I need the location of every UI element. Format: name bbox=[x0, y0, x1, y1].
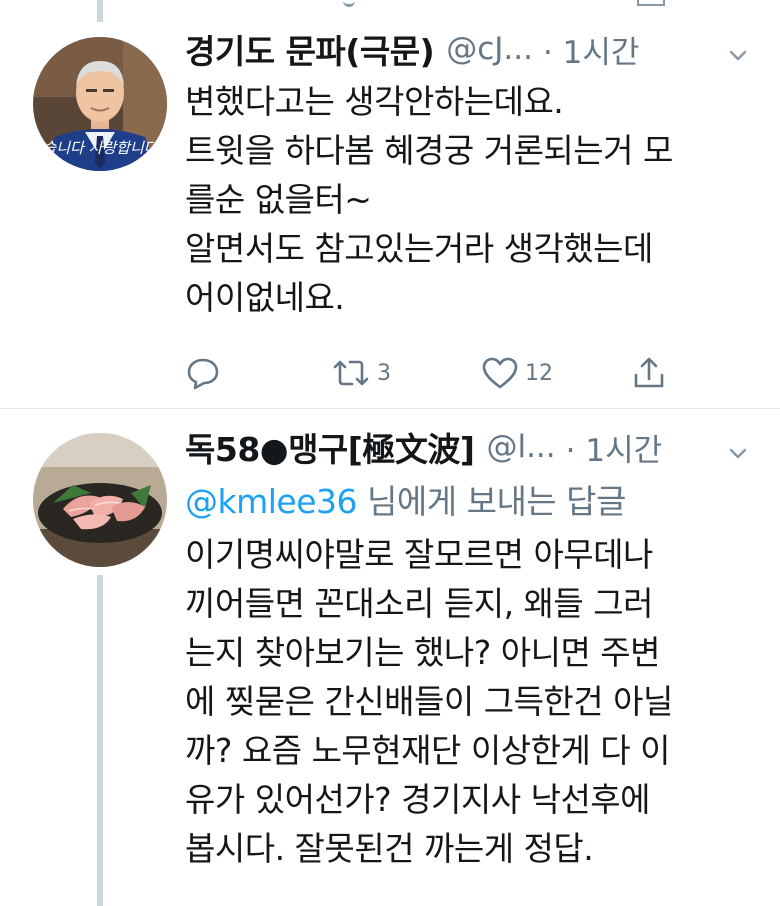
share-button[interactable] bbox=[631, 355, 667, 391]
avatar[interactable] bbox=[33, 433, 167, 567]
share-icon bbox=[634, 357, 664, 388]
reply-to-label: 님에게 보내는 답글 bbox=[357, 482, 626, 521]
avatar[interactable]: 습니다 사랑합니다 bbox=[33, 37, 167, 171]
chevron-down-icon[interactable] bbox=[726, 43, 750, 67]
display-name[interactable]: 독58●맹구[極文波] bbox=[185, 423, 475, 471]
replying-to: @kmlee36 님에게 보내는 답글 bbox=[185, 477, 626, 526]
tweet-header: 독58●맹구[極文波] @l... · 1시간 bbox=[185, 425, 662, 469]
retweet-count: 3 bbox=[377, 360, 391, 386]
tweet-actions: 3 12 bbox=[185, 355, 685, 395]
reply-mention-link[interactable]: @kmlee36 bbox=[185, 482, 358, 521]
display-name[interactable]: 경기도 문파(극문) bbox=[185, 25, 435, 73]
timestamp[interactable]: · 1시간 bbox=[566, 425, 662, 470]
heart-icon bbox=[482, 357, 518, 389]
tweet-1[interactable]: 습니다 사랑합니다 경기도 문파(극문) @cJ... · 1시간 변했다고는 … bbox=[0, 0, 780, 408]
avatar-sashimi-photo bbox=[33, 433, 167, 567]
tweet-text: 이기명씨야말로 잘모르면 아무데나 끼어들면 꼰대소리 듣지, 왜들 그러 는지… bbox=[185, 535, 673, 868]
avatar-caption: 습니다 사랑합니다 bbox=[42, 139, 158, 157]
tweet-text: 변했다고는 생각안하는데요. 트윗을 하다봄 혜경궁 거론되는거 모 를순 없을… bbox=[185, 82, 673, 317]
reply-button[interactable] bbox=[185, 355, 227, 391]
thread-line bbox=[97, 575, 103, 906]
tweet-2[interactable]: 독58●맹구[極文波] @l... · 1시간 @kmlee36 님에게 보내는… bbox=[0, 409, 780, 906]
user-handle[interactable]: @cJ... bbox=[446, 31, 533, 67]
like-count: 12 bbox=[525, 360, 553, 386]
like-button[interactable]: 12 bbox=[481, 355, 553, 391]
chevron-down-icon[interactable] bbox=[726, 441, 750, 465]
retweet-button[interactable]: 3 bbox=[331, 355, 391, 391]
tweet-header: 경기도 문파(극문) @cJ... · 1시간 bbox=[185, 27, 639, 71]
retweet-icon bbox=[333, 360, 369, 386]
user-handle[interactable]: @l... bbox=[486, 429, 555, 465]
timestamp[interactable]: · 1시간 bbox=[543, 27, 639, 72]
reply-icon bbox=[187, 358, 219, 390]
